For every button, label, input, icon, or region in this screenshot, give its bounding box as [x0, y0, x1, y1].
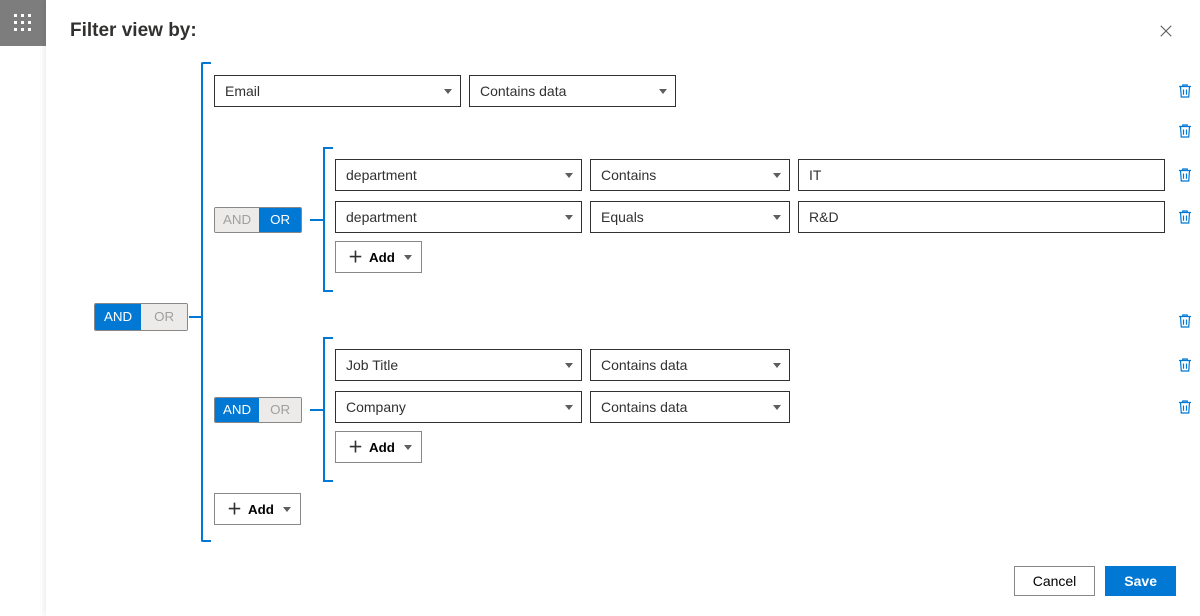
root-bracket [201, 62, 211, 542]
connector [189, 316, 201, 318]
root-add-button[interactable]: ＋ Add [214, 493, 301, 525]
root-logic-toggle: AND OR [94, 303, 188, 331]
close-button[interactable] [1156, 21, 1176, 41]
connector [310, 409, 323, 411]
root-and-button[interactable]: AND [95, 304, 141, 330]
app-launcher[interactable] [0, 0, 46, 46]
filter-row: department Contains IT [335, 159, 1165, 191]
group-bracket [323, 147, 333, 292]
delete-row-button[interactable] [1176, 166, 1194, 184]
trash-icon [1176, 122, 1194, 140]
filter-row: department Equals R&D [335, 201, 1165, 233]
operator-dropdown[interactable]: Contains data [590, 349, 790, 381]
filter-builder: AND OR Email Contains data AND OR depart… [94, 62, 1200, 562]
save-button[interactable]: Save [1105, 566, 1176, 596]
trash-icon [1176, 208, 1194, 226]
plus-icon: ＋ [227, 502, 242, 517]
operator-dropdown[interactable]: Equals [590, 201, 790, 233]
add-label: Add [248, 502, 274, 517]
delete-row-button[interactable] [1176, 356, 1194, 374]
trash-icon [1176, 356, 1194, 374]
plus-icon: ＋ [348, 440, 363, 455]
connector [310, 219, 323, 221]
delete-row-button[interactable] [1176, 208, 1194, 226]
add-label: Add [369, 440, 395, 455]
panel-title: Filter view by: [70, 20, 197, 42]
trash-icon [1176, 166, 1194, 184]
group-and-button[interactable]: AND [215, 398, 259, 422]
delete-row-button[interactable] [1176, 82, 1194, 100]
group-add-button[interactable]: ＋ Add [335, 431, 422, 463]
field-dropdown[interactable]: department [335, 159, 582, 191]
field-dropdown[interactable]: Job Title [335, 349, 582, 381]
plus-icon: ＋ [348, 250, 363, 265]
group-add-button[interactable]: ＋ Add [335, 241, 422, 273]
cancel-button[interactable]: Cancel [1014, 566, 1096, 596]
operator-dropdown[interactable]: Contains [590, 159, 790, 191]
group-logic-toggle: AND OR [214, 397, 302, 423]
delete-group-button[interactable] [1176, 312, 1194, 330]
operator-dropdown[interactable]: Contains data [590, 391, 790, 423]
group-or-button[interactable]: OR [259, 208, 301, 232]
operator-dropdown[interactable]: Contains data [469, 75, 676, 107]
trash-icon [1176, 312, 1194, 330]
value-input[interactable]: R&D [798, 201, 1165, 233]
delete-group-button[interactable] [1176, 122, 1194, 140]
root-or-button[interactable]: OR [141, 304, 187, 330]
filter-panel: Filter view by: AND OR Email Contains da… [46, 0, 1200, 616]
group-bracket [323, 337, 333, 482]
group-logic-toggle: AND OR [214, 207, 302, 233]
filter-row: Company Contains data [335, 391, 790, 423]
group-or-button[interactable]: OR [259, 398, 301, 422]
waffle-icon [14, 14, 32, 32]
add-label: Add [369, 250, 395, 265]
field-dropdown[interactable]: department [335, 201, 582, 233]
field-dropdown[interactable]: Company [335, 391, 582, 423]
value-input[interactable]: IT [798, 159, 1165, 191]
trash-icon [1176, 398, 1194, 416]
field-dropdown[interactable]: Email [214, 75, 461, 107]
delete-row-button[interactable] [1176, 398, 1194, 416]
group-and-button[interactable]: AND [215, 208, 259, 232]
filter-row: Email Contains data [214, 75, 676, 107]
filter-row: Job Title Contains data [335, 349, 790, 381]
close-icon [1159, 24, 1173, 38]
trash-icon [1176, 82, 1194, 100]
footer-actions: Cancel Save [1014, 566, 1176, 596]
